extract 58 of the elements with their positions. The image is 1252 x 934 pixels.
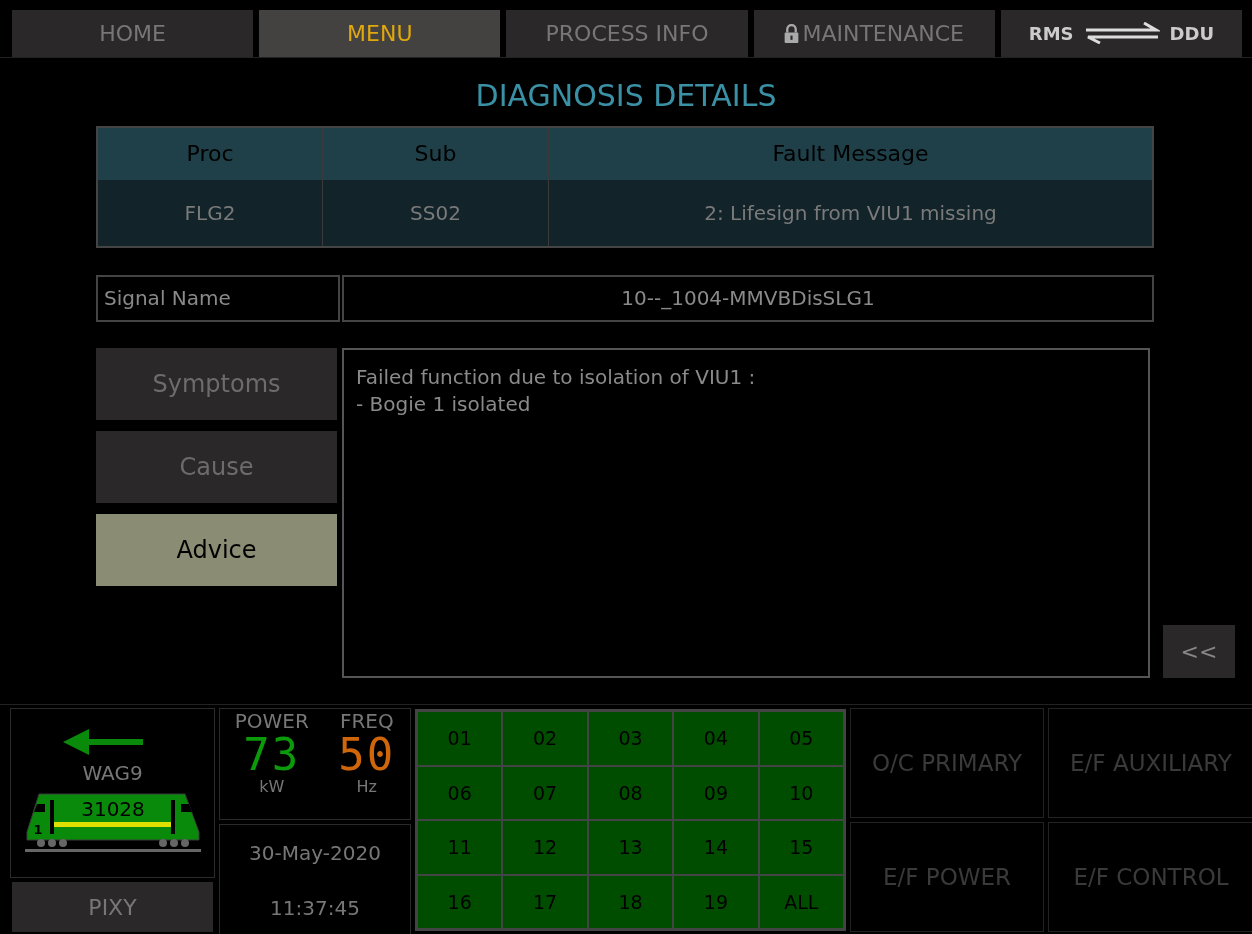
unit-button[interactable]: 16	[417, 874, 503, 929]
nav-tab[interactable]: PROCESS INFO	[506, 10, 748, 57]
pixy-button[interactable]: PIXY	[12, 882, 213, 932]
locomotive-number: 31028	[80, 797, 145, 821]
unit-button[interactable]: 03	[587, 711, 674, 766]
back-button[interactable]: <<	[1163, 624, 1235, 678]
detail-tab[interactable]: Advice	[96, 513, 337, 586]
frequency-reading: 50	[338, 733, 396, 777]
power-label: POWER	[234, 709, 309, 733]
direction-arrow-icon	[62, 729, 143, 755]
signal-value: 10--_1004-MMVBDisSLG1	[342, 274, 1154, 322]
page-title: DIAGNOSIS DETAILS	[475, 77, 777, 113]
detail-text: - Bogie 1 isolated	[356, 390, 532, 418]
table-cell-text: 2: Lifesign from VIU1 missing	[703, 199, 998, 227]
time-text: 11:37:45	[270, 895, 360, 920]
lock-icon	[784, 23, 800, 43]
power-reading: 73	[243, 733, 301, 777]
detail-text: Failed function due to isolation of VIU1 :	[356, 363, 757, 391]
nav-tab[interactable]: MENU	[259, 10, 501, 57]
unit-button[interactable]: 08	[587, 765, 674, 820]
unit-button[interactable]: 15	[758, 820, 844, 875]
date-text: 30-May-2020	[249, 840, 381, 865]
unit-button[interactable]: 01	[417, 711, 503, 766]
unit-label: kW	[259, 777, 285, 796]
unit-button[interactable]: 07	[502, 765, 588, 820]
table-cell: SS02	[323, 179, 549, 246]
unit-button[interactable]: 13	[587, 820, 674, 875]
nav-tab[interactable]: MAINTENANCE	[753, 10, 995, 57]
unit-button[interactable]: 09	[673, 765, 759, 820]
table-cell: FLG2	[98, 179, 323, 246]
detail-tab[interactable]: Cause	[96, 430, 337, 503]
unit-button[interactable]: 12	[502, 820, 588, 875]
column-header: Fault Message	[771, 140, 930, 169]
unit-button[interactable]: ALL	[758, 874, 844, 929]
cab-number: 1	[33, 822, 42, 837]
locomotive-type: WAG9	[82, 761, 143, 785]
unit-button[interactable]: 02	[502, 711, 588, 766]
transfer-button[interactable]: RMS DDU	[1000, 10, 1242, 57]
detail-tab[interactable]: Symptoms	[96, 347, 337, 420]
unit-button[interactable]: 05	[758, 711, 844, 766]
unit-button[interactable]: 10	[758, 765, 844, 820]
unit-button[interactable]: 04	[673, 711, 759, 766]
signal-label: Signal Name	[96, 274, 340, 322]
unit-button[interactable]: 19	[673, 874, 759, 929]
unit-button[interactable]: 11	[417, 820, 503, 875]
unit-label: Hz	[356, 777, 377, 796]
unit-button[interactable]: 18	[587, 874, 674, 929]
fault-button[interactable]: O/C PRIMARY	[850, 708, 1044, 818]
fault-button[interactable]: E/F POWER	[850, 822, 1044, 932]
unit-button[interactable]: 17	[502, 874, 588, 929]
unit-button[interactable]: 06	[417, 765, 503, 820]
unit-button[interactable]: 14	[673, 820, 759, 875]
fault-button[interactable]: E/F CONTROL	[1048, 822, 1252, 932]
nav-tab[interactable]: HOME	[12, 10, 254, 57]
column-header: Sub	[323, 127, 549, 180]
frequency-label: FREQ	[339, 709, 394, 733]
column-header: Proc	[98, 127, 323, 180]
fault-button[interactable]: E/F AUXILIARY	[1048, 708, 1252, 818]
